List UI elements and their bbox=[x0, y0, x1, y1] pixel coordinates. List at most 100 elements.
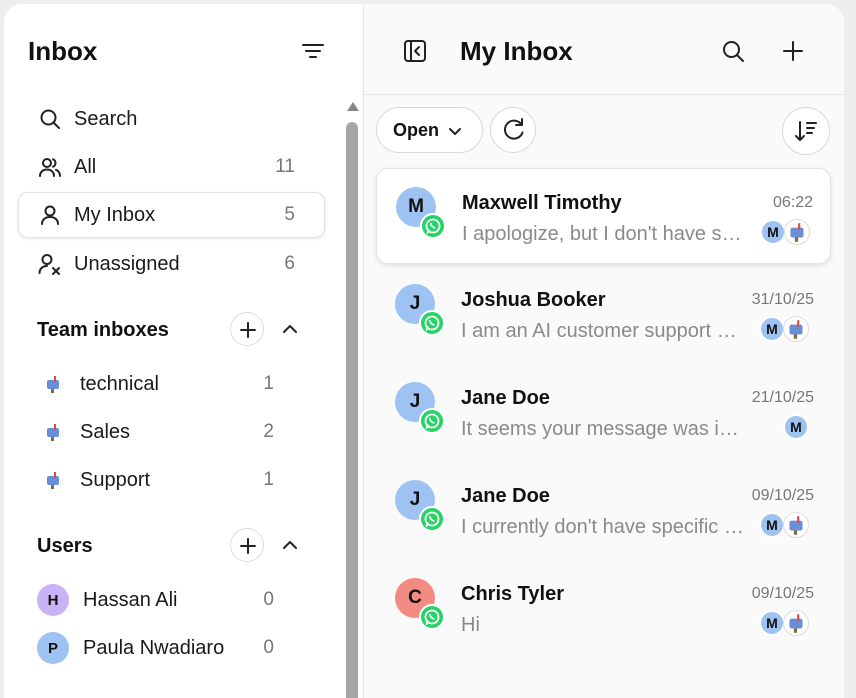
status-filter-label: Open bbox=[393, 119, 440, 140]
user-icon bbox=[41, 205, 59, 225]
header-divider bbox=[364, 94, 844, 95]
add-team-inbox-button[interactable] bbox=[230, 312, 264, 346]
sidebar-item-label: All bbox=[74, 155, 97, 178]
collapse-sidebar-button[interactable] bbox=[402, 38, 428, 64]
team-inbox-label: Sales bbox=[80, 420, 131, 443]
sidebar-item-label: My Inbox bbox=[74, 203, 156, 226]
inbox-sidebar: Inbox Search All 11 My Inbox 5 Unassigne… bbox=[4, 4, 364, 698]
status-filter-dropdown[interactable]: Open bbox=[376, 107, 483, 153]
timestamp: 06:22 bbox=[772, 194, 813, 211]
search-icon bbox=[723, 41, 744, 62]
contact-name: Maxwell Timothy bbox=[462, 192, 622, 214]
mailbox-icon bbox=[783, 512, 809, 538]
message-preview: I am an AI customer support assistant bbox=[461, 320, 746, 342]
assignee-avatar: M bbox=[759, 316, 785, 342]
filter-button[interactable] bbox=[300, 38, 326, 64]
team-inboxes-heading: Team inboxes bbox=[37, 319, 169, 341]
mailbox-icon bbox=[783, 610, 809, 636]
plus-icon bbox=[783, 41, 803, 61]
team-inbox-count: 1 bbox=[263, 373, 274, 394]
whatsapp-icon bbox=[419, 604, 445, 630]
sidebar-item-label: Unassigned bbox=[74, 252, 180, 275]
message-preview: It seems your message was incomplete bbox=[461, 418, 746, 440]
user-name: Hassan Ali bbox=[83, 588, 178, 611]
chevron-up-icon bbox=[283, 541, 297, 549]
sidebar-item-search[interactable]: Search bbox=[18, 96, 325, 142]
filter-lines-icon bbox=[302, 44, 324, 58]
message-preview: I apologize, but I don't have specific i… bbox=[462, 223, 747, 245]
contact-name: Joshua Booker bbox=[461, 289, 606, 311]
team-inbox-technical[interactable]: technical 1 bbox=[4, 361, 344, 407]
refresh-button[interactable] bbox=[490, 107, 536, 153]
team-inbox-label: Support bbox=[80, 468, 151, 491]
timestamp: 21/10/25 bbox=[751, 389, 814, 406]
avatar: P bbox=[37, 632, 69, 664]
users-heading: Users bbox=[37, 535, 93, 557]
user-item-paula-nwadiaro[interactable]: P Paula Nwadiaro 0 bbox=[4, 625, 344, 671]
timestamp: 09/10/25 bbox=[751, 487, 814, 504]
whatsapp-icon bbox=[419, 506, 445, 532]
mailbox-icon bbox=[47, 472, 59, 489]
team-inbox-label: technical bbox=[80, 372, 159, 395]
collapse-users-button[interactable] bbox=[279, 534, 301, 556]
team-inbox-support[interactable]: Support 1 bbox=[4, 457, 344, 503]
contact-name: Chris Tyler bbox=[461, 583, 564, 605]
add-user-button[interactable] bbox=[230, 528, 264, 562]
conversation-list-panel: My Inbox Open M Maxwell Timothy 06:22 I … bbox=[364, 4, 844, 698]
conversation-item[interactable]: J Jane Doe 09/10/25 I currently don't ha… bbox=[376, 462, 831, 558]
chevron-down-icon bbox=[449, 128, 461, 135]
page-title: My Inbox bbox=[460, 36, 573, 66]
mailbox-icon bbox=[783, 316, 809, 342]
plus-icon bbox=[240, 322, 256, 338]
plus-icon bbox=[240, 538, 256, 554]
sidebar-item-count: 11 bbox=[275, 156, 295, 177]
sort-desc-icon bbox=[795, 121, 817, 141]
sidebar-item-label: Search bbox=[74, 107, 138, 130]
sidebar-item-unassigned[interactable]: Unassigned 6 bbox=[18, 241, 325, 287]
conversation-item[interactable]: C Chris Tyler 09/10/25 Hi M bbox=[376, 560, 831, 656]
mailbox-icon bbox=[47, 424, 59, 441]
refresh-chat-icon bbox=[504, 118, 524, 140]
assignee-avatar: M bbox=[760, 219, 786, 245]
search-icon bbox=[40, 109, 60, 129]
scrollbar-thumb[interactable] bbox=[346, 122, 358, 698]
conversation-item[interactable]: J Joshua Booker 31/10/25 I am an AI cust… bbox=[376, 266, 831, 362]
conversation-item[interactable]: M Maxwell Timothy 06:22 I apologize, but… bbox=[376, 168, 831, 264]
user-count: 0 bbox=[263, 589, 274, 610]
scroll-up-arrow[interactable] bbox=[347, 102, 359, 111]
user-count: 0 bbox=[263, 637, 274, 658]
assignee-avatar: M bbox=[783, 414, 809, 440]
contact-name: Jane Doe bbox=[461, 485, 550, 507]
whatsapp-icon bbox=[419, 408, 445, 434]
assignee-avatar: M bbox=[759, 512, 785, 538]
user-name: Paula Nwadiaro bbox=[83, 636, 225, 659]
users-icon bbox=[39, 158, 61, 177]
timestamp: 31/10/25 bbox=[751, 291, 814, 308]
sidebar-item-count: 6 bbox=[284, 253, 295, 274]
sidebar-item-my-inbox[interactable]: My Inbox 5 bbox=[18, 192, 325, 238]
sidebar-scrollbar[interactable] bbox=[346, 102, 359, 698]
sidebar-collapse-icon bbox=[404, 40, 426, 62]
chevron-up-icon bbox=[283, 325, 297, 333]
conversation-item[interactable]: J Jane Doe 21/10/25 It seems your messag… bbox=[376, 364, 831, 460]
message-preview: I currently don't have specific informat… bbox=[461, 516, 746, 538]
sort-button[interactable] bbox=[782, 107, 830, 155]
whatsapp-icon bbox=[420, 213, 446, 239]
team-inbox-sales[interactable]: Sales 2 bbox=[4, 409, 344, 455]
team-inbox-count: 2 bbox=[263, 421, 274, 442]
search-button[interactable] bbox=[720, 38, 746, 64]
new-conversation-button[interactable] bbox=[780, 38, 806, 64]
sidebar-title: Inbox bbox=[28, 36, 98, 66]
assignee-avatar: M bbox=[759, 610, 785, 636]
whatsapp-icon bbox=[419, 310, 445, 336]
user-x-icon bbox=[38, 254, 60, 275]
user-item-hassan-ali[interactable]: H Hassan Ali 0 bbox=[4, 577, 344, 623]
mailbox-icon bbox=[784, 219, 810, 245]
team-inbox-count: 1 bbox=[263, 469, 274, 490]
timestamp: 09/10/25 bbox=[751, 585, 814, 602]
sidebar-item-all[interactable]: All 11 bbox=[18, 144, 325, 190]
sidebar-item-count: 5 bbox=[284, 204, 295, 225]
message-preview: Hi bbox=[461, 614, 480, 636]
collapse-team-inboxes-button[interactable] bbox=[279, 318, 301, 340]
mailbox-icon bbox=[47, 376, 59, 393]
